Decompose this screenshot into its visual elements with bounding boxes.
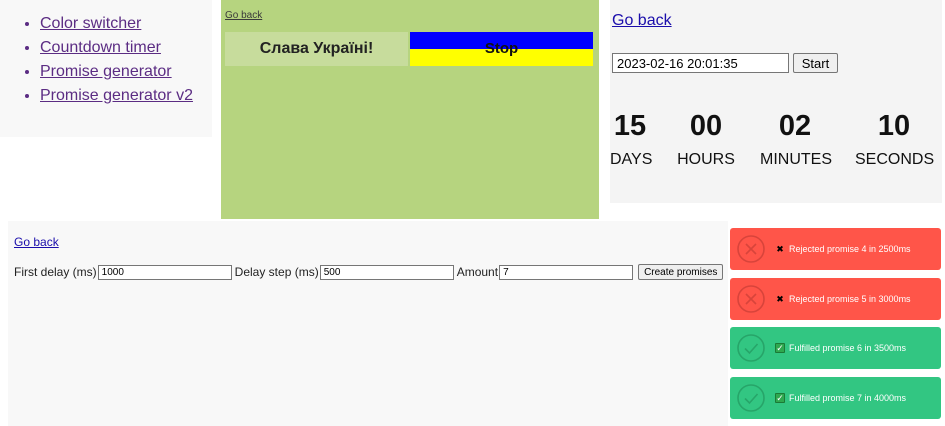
delay-step-input[interactable] [319, 264, 454, 280]
timer-minutes-value: 02 [778, 110, 812, 142]
toast-rejected[interactable]: ✖ Rejected promise 5 in 3000ms [730, 278, 941, 320]
check-circle-icon [737, 334, 765, 362]
timer-days-value: 15 [613, 110, 647, 142]
timer-field-hours: 00 HOURS [677, 108, 735, 172]
create-promises-button[interactable]: Create promises [638, 264, 724, 280]
nav-link-color-switcher[interactable]: Color switcher [40, 15, 141, 32]
cross-mark-icon: ✖ [776, 294, 784, 304]
toast-fulfilled[interactable]: ✓ Fulfilled promise 7 in 4000ms [730, 377, 941, 419]
delay-step-label: Delay step (ms) [234, 265, 319, 279]
go-back-link[interactable]: Go back [225, 10, 262, 21]
color-switcher-panel: Go back Слава Україні! Stop [221, 0, 599, 219]
stop-button[interactable]: Stop [410, 32, 593, 66]
timer-start-button[interactable]: Start [793, 53, 838, 73]
toast-message: Rejected promise 4 in 2500ms [789, 244, 911, 254]
timer-seconds-label: SECONDS [855, 151, 935, 168]
timer-field-minutes: 02 MINUTES [760, 108, 832, 172]
timer-field-days: 15 DAYS [610, 108, 653, 172]
go-back-link[interactable]: Go back [612, 12, 672, 30]
nav-item-promise-generator: Promise generator [40, 60, 212, 84]
first-delay-label: First delay (ms) [14, 265, 97, 279]
close-circle-icon [737, 285, 765, 313]
datetime-input[interactable] [612, 53, 789, 73]
amount-label: Amount [456, 265, 499, 279]
nav-item-promise-generator-v2: Promise generator v2 [40, 84, 212, 108]
nav-item-countdown-timer: Countdown timer [40, 36, 212, 60]
first-delay-input[interactable] [97, 264, 232, 280]
nav-list: Color switcher Countdown timer Promise g… [0, 0, 212, 108]
go-back-link[interactable]: Go back [14, 235, 59, 249]
promise-generator-panel: Go back First delay (ms) Delay step (ms)… [8, 221, 728, 426]
toast-message: Fulfilled promise 6 in 3500ms [789, 343, 907, 353]
toast-message: Rejected promise 5 in 3000ms [789, 294, 911, 304]
check-circle-icon [737, 384, 765, 412]
nav-link-promise-generator[interactable]: Promise generator [40, 63, 172, 80]
check-box-icon: ✓ [775, 393, 785, 403]
nav-link-promise-generator-v2[interactable]: Promise generator v2 [40, 87, 193, 104]
timer-minutes-label: MINUTES [760, 151, 832, 168]
countdown-timer-panel: Go back Start 15 DAYS 00 HOURS 02 MINUTE… [610, 0, 942, 203]
promise-form: First delay (ms) Delay step (ms) Amount … [14, 264, 724, 280]
nav-link-countdown-timer[interactable]: Countdown timer [40, 39, 161, 56]
cross-mark-icon: ✖ [776, 244, 784, 254]
check-box-icon: ✓ [775, 343, 785, 353]
start-button[interactable]: Слава Україні! [225, 32, 408, 66]
nav-panel: Color switcher Countdown timer Promise g… [0, 0, 212, 137]
nav-item-color-switcher: Color switcher [40, 12, 212, 36]
toast-message: Fulfilled promise 7 in 4000ms [789, 393, 907, 403]
timer-seconds-value: 10 [877, 110, 911, 142]
timer-field-seconds: 10 SECONDS [855, 108, 935, 172]
toast-rejected[interactable]: ✖ Rejected promise 4 in 2500ms [730, 228, 941, 270]
timer-days-label: DAYS [610, 151, 653, 168]
toast-fulfilled[interactable]: ✓ Fulfilled promise 6 in 3500ms [730, 327, 941, 369]
timer-hours-label: HOURS [677, 151, 735, 168]
amount-input[interactable] [499, 264, 634, 280]
timer-hours-value: 00 [689, 110, 723, 142]
close-circle-icon [737, 235, 765, 263]
